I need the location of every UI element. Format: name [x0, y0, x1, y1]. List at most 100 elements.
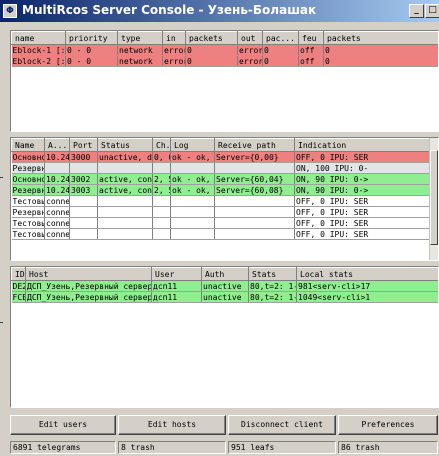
preferences-button[interactable]: Preferences [338, 415, 438, 435]
app-icon[interactable]: Φ [3, 4, 17, 18]
table-cell: connec [44, 217, 70, 229]
table-cell [152, 195, 171, 207]
table-cell: ok - ok, [170, 173, 215, 185]
table-cell: Резервный [11, 162, 45, 174]
table-row[interactable]: Резервный10.2433003active, conn2, 5ok - … [11, 184, 431, 196]
servers-panel: Name A... Port Status Ch. Log Receive path Indi… [10, 137, 439, 261]
column-header[interactable]: out [237, 31, 263, 45]
table-cell: OFF, 0 IPU: SER [294, 151, 431, 163]
column-header[interactable]: Indication [294, 138, 431, 152]
table-row[interactable]: FCEE0ДСП_Узень,Резервный сервердсп11unac… [11, 291, 438, 303]
disconnect-client-button[interactable]: Disconnect client [228, 415, 336, 435]
minimize-button[interactable]: _ [409, 4, 424, 18]
maximize-button[interactable]: □ [425, 4, 439, 18]
table-cell [97, 217, 153, 229]
table-cell: 0 [262, 44, 299, 56]
table-cell: active, conn [97, 184, 153, 196]
column-header[interactable]: priority [65, 31, 118, 45]
table-cell [152, 217, 171, 229]
table-cell: error [162, 55, 186, 67]
table-cell: 0 [323, 44, 438, 56]
table-row[interactable]: Тестовый (connec OFF, 0 IPU: SER [11, 195, 431, 207]
column-header[interactable]: Name [11, 138, 45, 152]
column-header[interactable]: ID [11, 267, 26, 281]
table-cell [170, 206, 215, 218]
table-row[interactable]: Основной (10.2433000unactive, di0, 0ok -… [11, 151, 431, 163]
column-header[interactable]: packets [185, 31, 238, 45]
column-header[interactable]: name [11, 31, 66, 45]
column-header[interactable]: in [162, 31, 186, 45]
status-leafs: 951 leafs [228, 441, 336, 454]
table-cell [152, 206, 171, 218]
table-row[interactable]: Основной (10.2433002active, conn2, 5ok -… [11, 173, 431, 185]
column-header[interactable]: Host [25, 267, 152, 281]
column-header[interactable]: User [151, 267, 202, 281]
table-cell [214, 228, 295, 240]
column-header[interactable]: Status [97, 138, 153, 152]
servers-scrollbar[interactable] [429, 138, 438, 260]
table-row[interactable]: Резервный (connec OFF, 0 IPU: SER [11, 206, 431, 218]
table-cell [69, 162, 98, 174]
table-cell: error [237, 44, 263, 56]
edit-users-button[interactable]: Edit users [10, 415, 116, 435]
table-cell [152, 162, 171, 174]
column-header[interactable]: type [117, 31, 163, 45]
table-cell: OFF, 0 IPU: SER [294, 206, 431, 218]
table-cell: off [298, 55, 324, 67]
table-cell: active, conn [97, 173, 153, 185]
table-cell [69, 217, 98, 229]
table-cell: 3002 [69, 173, 98, 185]
table-cell: дсп11 [151, 291, 202, 303]
column-header[interactable]: Log [170, 138, 215, 152]
column-header[interactable]: pac... [262, 31, 299, 45]
table-cell: 1049<serv-cli>1 [296, 291, 438, 303]
table-cell: 10.243 [44, 184, 70, 196]
column-header[interactable]: Ch. [152, 138, 171, 152]
table-row[interactable]: Резервный ON, 100 IPU: 0- [11, 162, 431, 174]
scrollbar-thumb[interactable] [430, 150, 438, 245]
table-cell: Server={0,00} [214, 151, 295, 163]
table-row[interactable]: Тестовый (connec OFF, 0 IPU: SER [11, 228, 431, 240]
column-header[interactable]: A... [44, 138, 70, 152]
table-cell: connec [44, 195, 70, 207]
minimize-icon: _ [414, 5, 419, 15]
edit-hosts-button[interactable]: Edit hosts [118, 415, 226, 435]
status-trash-1: 8 trash [118, 441, 226, 454]
table-cell [214, 206, 295, 218]
servers-table: Name A... Port Status Ch. Log Receive path Indi… [11, 138, 431, 240]
blocks-table: name priority type in packets out pac... feu pac… [11, 31, 438, 67]
table-cell: ON, 100 IPU: 0- [294, 162, 431, 174]
table-cell [214, 162, 295, 174]
table-cell: network [117, 55, 163, 67]
table-cell [97, 228, 153, 240]
table-cell: ok - ok, [170, 184, 215, 196]
table-cell: Eblock-1 [:] [11, 44, 66, 56]
table-cell: 0 [185, 44, 238, 56]
table-cell: 10.243 [44, 151, 70, 163]
status-telegrams: 6891 telegrams [10, 441, 116, 454]
table-row[interactable]: DE245ДСП_Узень,Резервный сервердсп11unac… [11, 280, 438, 292]
column-header[interactable]: Receive path [214, 138, 295, 152]
table-row[interactable]: Eblock-1 [:]0 - 0networkerror0error0off0 [11, 44, 438, 56]
table-cell: 10.243 [44, 173, 70, 185]
column-header[interactable]: feu [298, 31, 324, 45]
splitter-mark [0, 177, 3, 178]
table-cell: 2, 5 [152, 184, 171, 196]
column-header[interactable]: Auth [201, 267, 249, 281]
table-row[interactable]: Eblock-2 [:]0 - 0networkerror0error0off0 [11, 55, 438, 67]
column-header[interactable]: packets [323, 31, 438, 45]
table-cell: Server={60,08} [214, 184, 295, 196]
column-header[interactable]: Port [69, 138, 98, 152]
table-cell: ON, 90 IPU: 0-> [294, 184, 431, 196]
table-cell: unactive [201, 291, 249, 303]
table-row[interactable]: Тестовый (connec OFF, 0 IPU: SER [11, 217, 431, 229]
title-bar[interactable]: Φ MultiRcos Server Console - Узень-Болаш… [0, 0, 439, 22]
table-cell: unactive, di [97, 151, 153, 163]
column-header[interactable]: Stats [248, 267, 297, 281]
table-cell [97, 162, 153, 174]
table-cell: 0 [185, 55, 238, 67]
table-cell [44, 162, 70, 174]
column-header[interactable]: Local stats [296, 267, 438, 281]
table-cell: Основной ( [11, 151, 45, 163]
table-cell: ON, 90 IPU: 0-> [294, 173, 431, 185]
